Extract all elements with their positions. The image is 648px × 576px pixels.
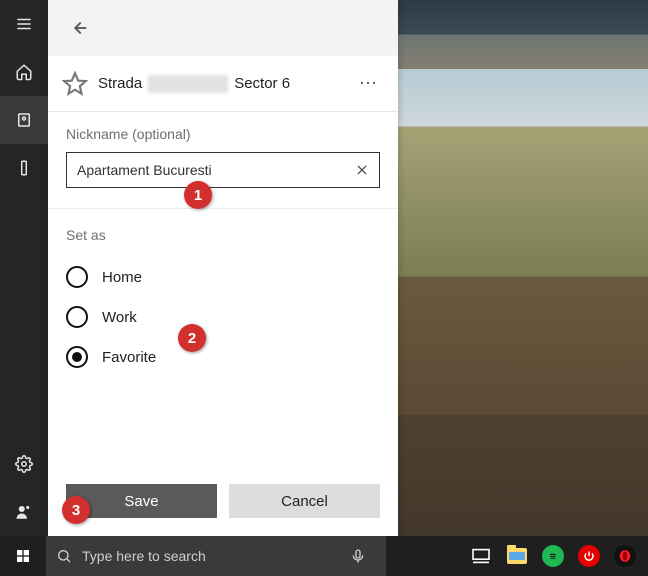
callout-3: 3 (62, 496, 90, 524)
radio-favorite[interactable]: Favorite (66, 337, 380, 377)
search-placeholder: Type here to search (82, 548, 206, 564)
settings-nav-icon[interactable] (0, 440, 48, 488)
clear-button[interactable] (344, 152, 380, 188)
mic-icon[interactable] (350, 548, 366, 564)
callout-1: 1 (184, 181, 212, 209)
radio-icon (66, 266, 88, 288)
radio-home[interactable]: Home (66, 257, 380, 297)
hamburger-button[interactable] (0, 0, 48, 48)
task-view-icon[interactable] (470, 545, 492, 567)
radio-home-label: Home (102, 269, 142, 286)
power-icon[interactable] (578, 545, 600, 567)
start-button[interactable] (0, 536, 46, 576)
more-button[interactable]: ⋯ (352, 73, 384, 94)
address-redacted (148, 75, 228, 93)
taskbar-search[interactable]: Type here to search (46, 536, 386, 576)
nickname-input[interactable] (66, 152, 380, 188)
edit-place-panel: Strada Sector 6 ⋯ Nickname (optional) Se… (48, 0, 398, 536)
radio-icon (66, 306, 88, 328)
callout-2: 2 (178, 324, 206, 352)
setas-label: Set as (66, 227, 380, 243)
back-button[interactable] (58, 8, 98, 48)
remote-nav-icon[interactable] (0, 144, 48, 192)
account-nav-icon[interactable] (0, 488, 48, 536)
spotify-icon[interactable] (542, 545, 564, 567)
radio-favorite-label: Favorite (102, 349, 156, 366)
address-part2: Sector 6 (234, 75, 290, 92)
close-icon (355, 163, 369, 177)
explorer-icon[interactable] (506, 545, 528, 567)
opera-icon[interactable] (614, 545, 636, 567)
address-part1: Strada (98, 75, 142, 92)
radio-icon (66, 346, 88, 368)
taskbar-tray (470, 545, 648, 567)
saved-places-nav-icon[interactable] (0, 96, 48, 144)
search-icon (56, 548, 72, 564)
cancel-button[interactable]: Cancel (229, 484, 380, 518)
star-icon (62, 71, 88, 97)
panel-header (48, 0, 398, 56)
address-text: Strada Sector 6 (98, 75, 352, 93)
nickname-label: Nickname (optional) (66, 126, 380, 142)
app-sidebar (0, 0, 48, 536)
home-nav-icon[interactable] (0, 48, 48, 96)
radio-work[interactable]: Work (66, 297, 380, 337)
radio-work-label: Work (102, 309, 137, 326)
button-row: Save Cancel (48, 468, 398, 536)
address-row: Strada Sector 6 ⋯ (48, 56, 398, 112)
taskbar: Type here to search (0, 536, 648, 576)
